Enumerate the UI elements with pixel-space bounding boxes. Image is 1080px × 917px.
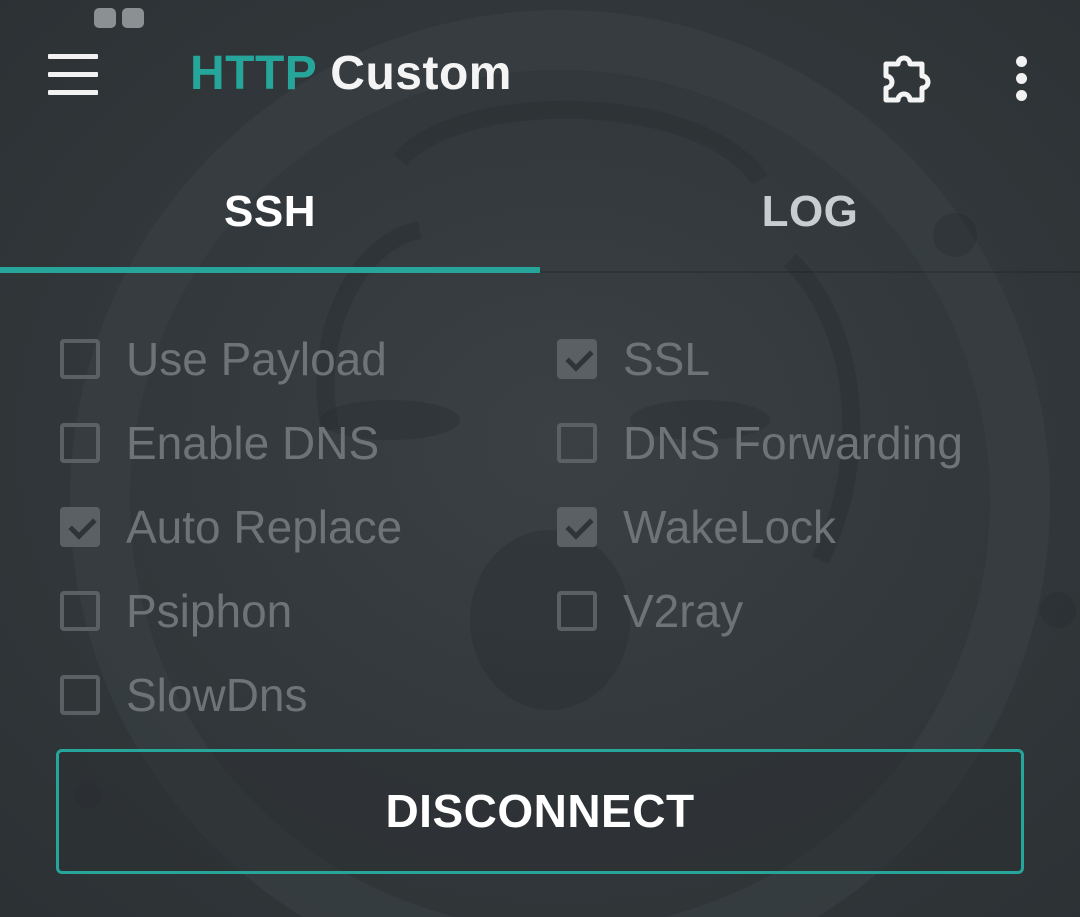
disconnect-button[interactable]: DISCONNECT — [56, 749, 1024, 874]
wakelock-label: WakeLock — [623, 501, 837, 553]
checkbox-checked-icon — [557, 339, 597, 379]
app-title-rest: Custom — [330, 47, 512, 100]
v2ray-label: V2ray — [623, 585, 744, 637]
auto-replace-label: Auto Replace — [126, 501, 403, 553]
use-payload-checkbox[interactable]: Use Payload — [60, 329, 387, 389]
app-bar: HTTP Custom — [0, 30, 1080, 122]
psiphon-label: Psiphon — [126, 585, 293, 637]
v2ray-checkbox[interactable]: V2ray — [557, 581, 743, 641]
status-dot-icon — [122, 8, 144, 28]
tab-log[interactable]: LOG — [540, 160, 1080, 270]
checkbox-icon — [557, 423, 597, 463]
tab-ssh[interactable]: SSH — [0, 160, 540, 270]
app-title-accent: HTTP — [190, 47, 317, 100]
checkbox-checked-icon — [557, 507, 597, 547]
auto-replace-checkbox[interactable]: Auto Replace — [60, 497, 402, 557]
tab-selected-indicator — [0, 267, 540, 273]
checkbox-checked-icon — [60, 507, 100, 547]
checkbox-icon — [60, 591, 100, 631]
enable-dns-label: Enable DNS — [126, 417, 380, 469]
app-title: HTTP Custom — [190, 46, 512, 101]
dns-forwarding-checkbox[interactable]: DNS Forwarding — [557, 413, 963, 473]
ssl-checkbox[interactable]: SSL — [557, 329, 710, 389]
ssl-label: SSL — [623, 333, 710, 385]
dns-forwarding-label: DNS Forwarding — [623, 417, 963, 469]
more-vert-icon[interactable] — [996, 46, 1048, 110]
tab-bar: SSH LOG — [0, 160, 1080, 274]
hamburger-menu-icon[interactable] — [40, 48, 106, 104]
checkbox-icon — [60, 339, 100, 379]
puzzle-icon[interactable] — [876, 44, 942, 110]
checkbox-icon — [60, 423, 100, 463]
use-payload-label: Use Payload — [126, 333, 387, 385]
status-indicator-icons — [94, 8, 144, 28]
enable-dns-checkbox[interactable]: Enable DNS — [60, 413, 379, 473]
psiphon-checkbox[interactable]: Psiphon — [60, 581, 292, 641]
slowdns-label: SlowDns — [126, 669, 308, 721]
app-screen: HTTP Custom SSH LOG Use Payload Enable D… — [0, 0, 1080, 917]
slowdns-checkbox[interactable]: SlowDns — [60, 665, 308, 725]
wakelock-checkbox[interactable]: WakeLock — [557, 497, 836, 557]
checkbox-icon — [557, 591, 597, 631]
status-dot-icon — [94, 8, 116, 28]
checkbox-icon — [60, 675, 100, 715]
